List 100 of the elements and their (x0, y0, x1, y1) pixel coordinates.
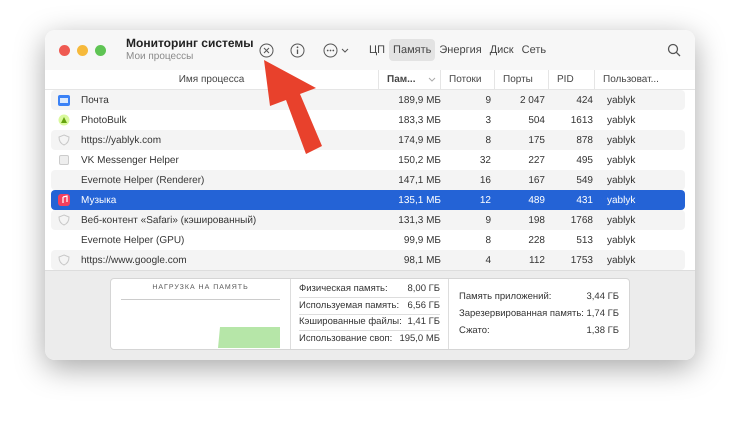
user-cell-text: yablyk (606, 134, 636, 148)
user-cell-text: yablyk (606, 174, 636, 188)
stat-value: 3,44 ГБ (586, 290, 619, 304)
process-name: Веб-контент «Safari» (кэшированный) (81, 214, 256, 228)
ports-cell-text: 2 047 (518, 94, 546, 108)
window-subtitle: Мои процессы (126, 51, 194, 64)
pid-cell-text: 424 (575, 94, 594, 108)
threads-cell-text: 3 (484, 114, 492, 128)
sort-caret-icon (428, 77, 436, 82)
ports-cell-text: 227 (527, 154, 546, 168)
stat-label: Использование своп: (299, 332, 392, 346)
threads-cell-text: 8 (484, 234, 492, 248)
user-cell-text: yablyk (606, 234, 636, 248)
memory-cell-text: 147,1 МБ (397, 174, 442, 188)
tab[interactable]: Память (389, 39, 436, 61)
shield-icon (58, 214, 70, 226)
threads-cell-text: 12 (478, 194, 492, 208)
ports-cell-text: 112 (528, 254, 546, 268)
pid-cell-text: 431 (575, 194, 594, 208)
pressure-graph (218, 327, 280, 348)
pid-cell-text: 513 (575, 234, 594, 248)
ports-cell-text: 228 (527, 234, 546, 248)
threads-cell-text: 8 (484, 134, 492, 148)
user-cell-text: yablyk (606, 214, 636, 228)
process-row[interactable]: https://yablyk.com 174,9 МБ 8 175 878 yablyk (51, 130, 685, 150)
tab[interactable]: Диск (486, 39, 518, 61)
ports-cell-text: 175 (527, 134, 546, 148)
ports-cell-text: 504 (527, 114, 546, 128)
column-header[interactable]: Имя процесса (45, 70, 378, 89)
column-header[interactable]: Порты (494, 70, 548, 89)
pid-cell-text: 495 (575, 154, 594, 168)
column-header[interactable]: Потоки (440, 70, 494, 89)
process-row[interactable]: Почта 189,9 МБ 9 2 047 424 yablyk (51, 90, 685, 110)
process-name: Evernote Helper (GPU) (81, 234, 184, 248)
memory-cell-text: 135,1 МБ (397, 194, 442, 208)
user-cell-text: yablyk (606, 94, 636, 108)
search-icon[interactable] (667, 43, 681, 57)
pid-cell-text: 1753 (570, 254, 594, 268)
user-cell-text: yablyk (606, 154, 636, 168)
app-icon (59, 155, 69, 165)
memory-cell-text: 174,9 МБ (397, 134, 442, 148)
memory-cell-text: 189,9 МБ (397, 94, 442, 108)
pid-cell-text: 1613 (570, 114, 594, 128)
more-menu-icon[interactable] (323, 42, 351, 58)
tab[interactable]: Сеть (518, 39, 550, 61)
column-header[interactable]: Пользоват... (594, 70, 680, 89)
stat-value: 1,41 ГБ (407, 315, 440, 330)
user-cell-text: yablyk (606, 254, 636, 268)
threads-cell-text: 9 (484, 94, 492, 108)
music-icon (58, 194, 70, 206)
threads-cell-text: 4 (484, 254, 492, 268)
ports-cell-text: 167 (527, 174, 546, 188)
stat-label: Физическая память: (299, 282, 388, 296)
stat-value: 1,38 ГБ (586, 324, 619, 338)
threads-cell-text: 16 (478, 174, 492, 188)
stat-value: 195,0 МБ (399, 332, 440, 346)
tab[interactable]: ЦП (365, 39, 390, 61)
memory-cell-text: 131,3 МБ (397, 214, 442, 228)
memory-cell-text: 98,1 МБ (402, 254, 442, 268)
photos-icon (58, 114, 70, 126)
stat-value: 8,00 ГБ (407, 282, 440, 296)
mail-icon (58, 94, 70, 106)
column-header[interactable]: Пам... (378, 70, 440, 89)
stat-label: Кэшированные файлы: (299, 315, 402, 330)
process-row[interactable]: Веб-контент «Safari» (кэшированный) 131,3 МБ 9 198 1768 yablyk (51, 210, 685, 230)
stat-label: Сжато: (459, 324, 490, 338)
stop-process-icon[interactable] (259, 42, 274, 58)
shield-icon (58, 134, 70, 146)
process-name: VK Messenger Helper (81, 154, 179, 168)
process-name: Evernote Helper (Renderer) (81, 174, 204, 188)
ports-cell-text: 198 (527, 214, 546, 228)
stat-label: Зарезервированная память: (459, 306, 584, 321)
process-row[interactable]: Evernote Helper (Renderer) 147,1 МБ 16 167 549 yablyk (51, 170, 685, 190)
process-row[interactable]: Музыка 135,1 МБ 12 489 431 yablyk (51, 190, 685, 210)
pid-cell-text: 1768 (570, 214, 594, 228)
close-button[interactable] (59, 44, 70, 56)
stat-value: 1,74 ГБ (586, 306, 619, 321)
process-row[interactable]: https://www.google.com 98,1 МБ 4 112 1753 yablyk (51, 250, 685, 270)
process-name: https://www.google.com (81, 254, 187, 268)
process-name: PhotoBulk (81, 114, 127, 128)
memory-cell-text: 99,9 МБ (402, 234, 442, 248)
window-title: Мониторинг системы (126, 36, 255, 52)
shield-icon (58, 254, 70, 266)
tab[interactable]: Энергия (435, 39, 486, 61)
user-cell-text: yablyk (606, 114, 636, 128)
process-name: Музыка (81, 194, 116, 208)
column-header[interactable]: PID (548, 70, 594, 89)
pid-cell-text: 878 (575, 134, 594, 148)
user-cell-text: yablyk (606, 194, 636, 208)
threads-cell-text: 32 (478, 154, 492, 168)
ports-cell-text: 489 (527, 194, 546, 208)
info-icon[interactable] (290, 42, 305, 58)
stat-label: Используемая память: (299, 298, 400, 312)
threads-cell-text: 9 (484, 214, 492, 228)
stat-value: 6,56 ГБ (407, 298, 440, 312)
memory-cell-text: 150,2 МБ (397, 154, 442, 168)
process-name: Почта (81, 94, 109, 108)
process-name: https://yablyk.com (81, 134, 162, 148)
stat-label: Память приложений: (459, 290, 552, 304)
memory-cell-text: 183,3 МБ (397, 114, 442, 128)
